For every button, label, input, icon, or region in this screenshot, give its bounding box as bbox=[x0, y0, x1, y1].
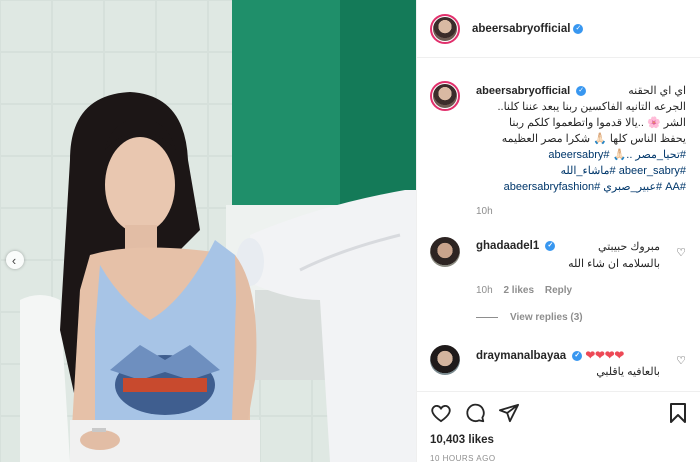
bookmark-icon[interactable] bbox=[669, 402, 687, 424]
caption-line-3: يحفظ الناس كلها 🙏🏻 شكرا مصر العظيمه bbox=[501, 133, 686, 145]
author-avatar[interactable] bbox=[430, 13, 460, 44]
comments-section: abeersabryofficial ✓ اي اي الحقنه الجرعه… bbox=[417, 59, 700, 391]
carousel-prev-button[interactable]: ‹ bbox=[6, 251, 24, 269]
post-actions: 10,403 likes 10 HOURS AGO bbox=[417, 391, 700, 462]
hashtags-line-1[interactable]: #تحيا_مصر ..🙏🏻 #abeersabry bbox=[476, 147, 686, 163]
comment-avatar[interactable] bbox=[430, 237, 460, 267]
comment-text-line2: بالسلامه ان شاء الله bbox=[568, 258, 660, 270]
post-photo: ‹ bbox=[0, 0, 416, 462]
comment-icon[interactable] bbox=[464, 402, 486, 424]
chevron-left-icon: ‹ bbox=[11, 252, 17, 268]
post-time: 10 HOURS AGO bbox=[430, 454, 496, 462]
share-icon[interactable] bbox=[498, 403, 520, 423]
comment-hearts: ❤❤❤❤ bbox=[585, 350, 625, 362]
caption-avatar[interactable] bbox=[430, 81, 460, 111]
caption-line-1: الجرعه التانيه الفاكسين ربنا يبعد عننا ك… bbox=[497, 101, 686, 113]
caption-line-2: الشر 🌸 ..يالا قدموا واتطعموا كلكم ربنا bbox=[509, 117, 686, 129]
view-replies-button[interactable]: View replies (3) bbox=[476, 312, 583, 323]
comment-username[interactable]: draymanalbayaa ✓ ❤❤❤❤ bbox=[476, 348, 624, 362]
comment-like-heart-icon[interactable]: ♡ bbox=[676, 354, 686, 367]
comment-text-line2: بالعافيه ياقلبي bbox=[596, 366, 660, 378]
caption-time: 10h bbox=[476, 206, 493, 217]
comment-text-line1: مبروك حبيبتي bbox=[598, 241, 660, 253]
heart-icon[interactable] bbox=[430, 403, 452, 423]
comment-time: 10h bbox=[476, 285, 493, 296]
caption-text: abeersabryofficial ✓ اي اي الحقنه الجرعه… bbox=[476, 83, 686, 195]
comment-avatar[interactable] bbox=[430, 345, 460, 375]
comment-meta: 10h 2 likes Reply bbox=[476, 285, 572, 296]
comment-username[interactable]: ghadaadel1 ✓ bbox=[476, 240, 556, 252]
comment-likes[interactable]: 2 likes bbox=[503, 285, 534, 296]
post-side-panel: abeersabryofficial ✓ abeersabryofficial … bbox=[416, 0, 700, 462]
comment-reply-button[interactable]: Reply bbox=[545, 285, 572, 296]
verified-badge-icon: ✓ bbox=[573, 23, 584, 34]
verified-badge-icon: ✓ bbox=[545, 240, 556, 251]
verified-badge-icon: ✓ bbox=[572, 350, 583, 361]
likes-count[interactable]: 10,403 likes bbox=[430, 434, 687, 446]
post-header: abeersabryofficial ✓ bbox=[417, 0, 700, 58]
caption-line-0: اي اي الحقنه bbox=[628, 85, 686, 97]
verified-badge-icon: ✓ bbox=[576, 86, 587, 97]
hashtags-line-2[interactable]: #abeer_sabry #ماشاء_الله bbox=[476, 163, 686, 179]
caption-username[interactable]: abeersabryofficial bbox=[476, 85, 570, 97]
comment-like-heart-icon[interactable]: ♡ bbox=[676, 246, 686, 259]
hashtags-line-3[interactable]: #AA #عبير_صبري #abeersabryfashion bbox=[476, 179, 686, 195]
action-icons bbox=[430, 392, 687, 434]
author-username[interactable]: abeersabryofficial bbox=[472, 23, 570, 35]
photo-illustration bbox=[0, 0, 416, 462]
